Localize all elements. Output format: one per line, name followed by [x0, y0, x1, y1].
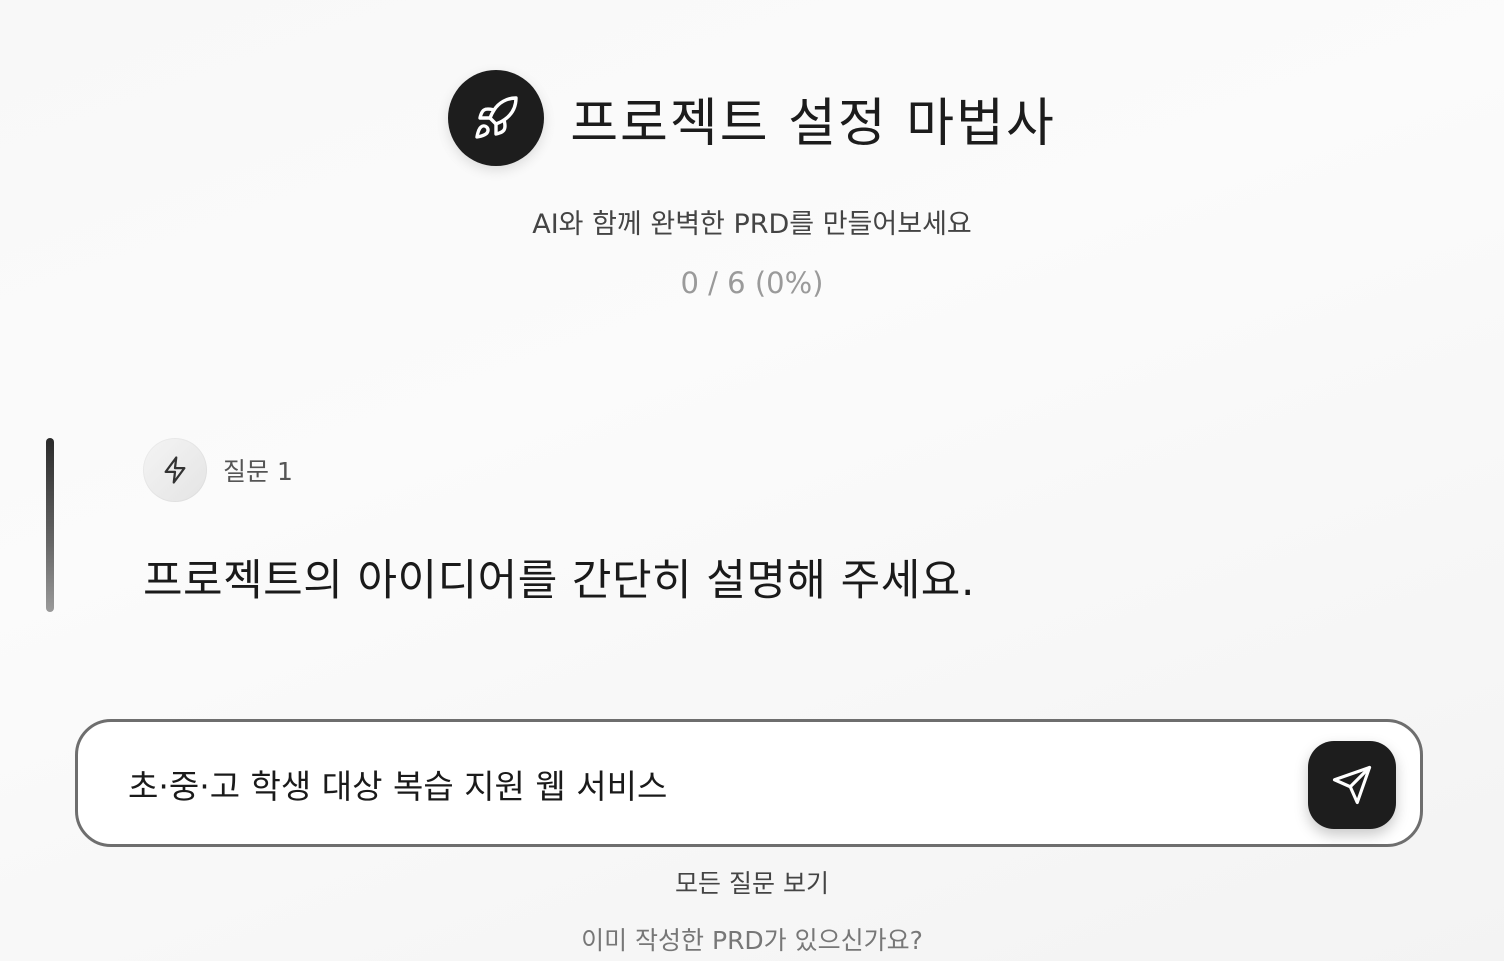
question-badge: 질문 1: [143, 438, 293, 502]
question-accent-bar: [46, 438, 54, 612]
logo-badge: [448, 70, 545, 166]
question-card: 질문 1 프로젝트의 아이디어를 간단히 설명해 주세요.: [46, 438, 1426, 612]
wizard-header: 프로젝트 설정 마법사 AI와 함께 완벽한 PRD를 만들어보세요 0 / 6…: [0, 0, 1504, 320]
bolt-icon: [164, 456, 186, 484]
page-subtitle: AI와 함께 완벽한 PRD를 만들어보세요: [532, 209, 972, 240]
progress-indicator: 0 / 6 (0%): [680, 266, 824, 300]
title-row: 프로젝트 설정 마법사: [0, 70, 1504, 166]
view-all-questions-link[interactable]: 모든 질문 보기: [0, 864, 1504, 900]
rocket-icon: [475, 96, 518, 139]
answer-input[interactable]: [128, 756, 1278, 812]
send-icon: [1332, 765, 1372, 805]
answer-input-container: [75, 719, 1423, 847]
question-text: 프로젝트의 아이디어를 간단히 설명해 주세요.: [143, 556, 975, 606]
question-number: 질문 1: [223, 457, 293, 486]
page-title: 프로젝트 설정 마법사: [570, 93, 1056, 154]
existing-prd-link[interactable]: 이미 작성한 PRD가 있으신가요?: [0, 921, 1504, 957]
send-button[interactable]: [1308, 741, 1396, 829]
bolt-badge: [143, 438, 207, 502]
